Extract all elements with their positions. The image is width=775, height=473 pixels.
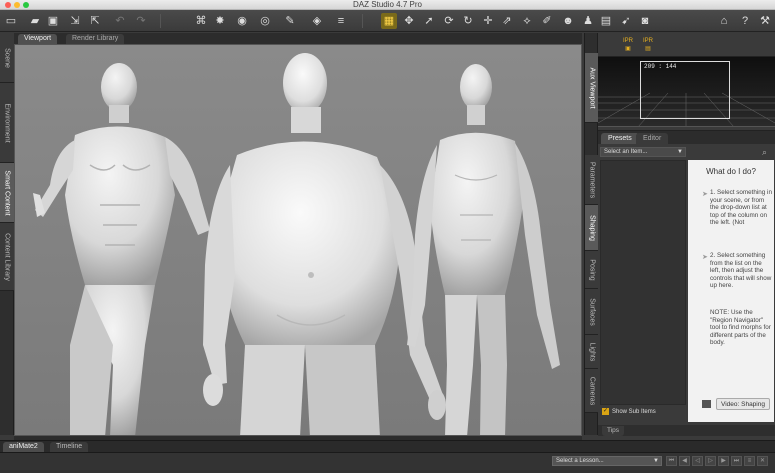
new-scene-icon[interactable]: ▭ — [3, 13, 19, 29]
show-sub-items-checkbox[interactable]: ✓ Show Sub Items — [602, 408, 656, 415]
undo-icon[interactable]: ↶ — [112, 13, 128, 29]
chevron-down-icon: ▼ — [677, 149, 683, 155]
home-icon[interactable]: ⌂ — [716, 13, 732, 29]
left-tab-strip: Scene Environment Smart Content Content … — [0, 33, 14, 435]
prev-step-icon[interactable]: ◀ — [679, 456, 690, 466]
merge-icon[interactable]: ⇲ — [67, 13, 83, 29]
help-note: NOTE: Use the "Region Navigator" tool to… — [710, 309, 771, 347]
viewport-scene — [15, 45, 581, 435]
rotate-tool-icon[interactable]: ⟳ — [441, 13, 457, 29]
aux-camera-frame: 209 : 144 — [640, 61, 730, 119]
universal-tool-icon[interactable]: ✥ — [401, 13, 417, 29]
chevron-down-icon: ▼ — [653, 458, 659, 464]
light-icon[interactable]: ✸ — [212, 13, 228, 29]
camera-cube-icon[interactable]: ⌘ — [193, 13, 209, 29]
point-light-icon[interactable]: ◎ — [257, 13, 273, 29]
status-bar: Select a Lesson... ▼ ⏮ ◀ ◁ ▷ ▶ ⏭ ≡ ✕ — [0, 452, 775, 473]
toolbar-separator — [160, 14, 161, 28]
help-step-2: 2. Select something from the list on the… — [710, 252, 772, 290]
window-title: DAZ Studio 4.7 Pro — [353, 0, 422, 9]
tab-animate2[interactable]: aniMate2 — [3, 442, 44, 452]
node-weight-icon[interactable]: ♟ — [580, 13, 596, 29]
ipr-options-button[interactable]: IPR ▤ — [640, 37, 656, 53]
primitive-icon[interactable]: ◈ — [309, 13, 325, 29]
tab-timeline[interactable]: Timeline — [50, 442, 89, 452]
node-select-tool-icon[interactable]: ▦ — [381, 13, 397, 29]
spotrender-icon[interactable]: ➹ — [618, 13, 634, 29]
main-toolbar: ▭ ▰ ▣ ⇲ ⇱ ↶ ↷ ⌘ ✸ ◉ ◎ ✎ ◈ ≡ ▦ ✥ ➚ ⟳ ↻ ✛ … — [0, 10, 775, 32]
3d-viewport[interactable] — [14, 44, 582, 436]
window-title-bar: DAZ Studio 4.7 Pro — [0, 0, 775, 10]
aux-viewport-header: IPR ▣ IPR ▤ — [598, 33, 775, 57]
arrow-icon: ➤ — [702, 254, 708, 261]
lesson-select[interactable]: Select a Lesson... ▼ — [552, 456, 662, 466]
next-step-icon[interactable]: ▶ — [718, 456, 729, 466]
lesson-menu-icon[interactable]: ≡ — [744, 456, 755, 466]
primitive-stack-icon[interactable]: ≡ — [333, 13, 349, 29]
figure-tool-icon[interactable]: ☻ — [560, 13, 576, 29]
last-step-icon[interactable]: ⏭ — [731, 456, 742, 466]
item-select-dropdown[interactable]: Select an Item... ▼ — [600, 147, 686, 157]
spot-light-icon[interactable]: ◉ — [234, 13, 250, 29]
help-step-1: 1. Select something in your scene, or fr… — [710, 189, 772, 227]
tab-environment[interactable]: Environment — [0, 83, 14, 163]
tab-scene[interactable]: Scene — [0, 33, 14, 83]
checkmark-icon: ✓ — [602, 408, 609, 415]
surface-tool-icon[interactable]: ✐ — [539, 13, 555, 29]
bottom-tab-bar: aniMate2 Timeline — [0, 440, 775, 452]
tab-content-library[interactable]: Content Library — [0, 223, 14, 291]
shaping-panel: Select an Item... ▼ ⌕ ✓ Show Sub Items Wh… — [598, 144, 775, 425]
item-list[interactable] — [600, 160, 686, 405]
tab-tips[interactable]: Tips — [602, 426, 625, 436]
help-title: What do I do? — [706, 167, 756, 176]
tab-render-library[interactable]: Render Library — [66, 34, 125, 44]
tab-cameras[interactable]: Cameras — [585, 369, 599, 413]
panel-tab-bar: Presets Editor — [598, 130, 775, 145]
help-icon[interactable]: ? — [737, 13, 753, 29]
open-icon[interactable]: ▰ — [27, 13, 43, 29]
tab-parameters[interactable]: Parameters — [585, 155, 599, 205]
aux-viewport[interactable]: 209 : 144 — [598, 57, 775, 127]
toolbar-separator — [362, 14, 363, 28]
joint-tool-icon[interactable]: ⟡ — [519, 13, 535, 29]
ipr-button[interactable]: IPR ▣ — [620, 37, 636, 53]
aux-dimensions: 209 : 144 — [644, 63, 677, 70]
search-icon[interactable]: ⌕ — [762, 147, 767, 158]
save-icon[interactable]: ▣ — [45, 13, 61, 29]
lesson-close-icon[interactable]: ✕ — [757, 456, 768, 466]
video-icon — [702, 400, 711, 408]
step-forward-icon[interactable]: ▷ — [705, 456, 716, 466]
paint-icon[interactable]: ✎ — [282, 13, 298, 29]
viewport-tab-bar: Viewport Render Library — [14, 33, 582, 44]
tab-posing[interactable]: Posing — [585, 251, 599, 289]
tools-icon[interactable]: ⚒ — [757, 13, 773, 29]
scale-tool-icon[interactable]: ⇗ — [499, 13, 515, 29]
tab-surfaces[interactable]: Surfaces — [585, 289, 599, 335]
redo-icon[interactable]: ↷ — [133, 13, 149, 29]
translate-tool-icon[interactable]: ✛ — [480, 13, 496, 29]
help-pane: What do I do? ➤ 1. Select something in y… — [688, 160, 774, 422]
render-icon[interactable]: ◙ — [637, 13, 653, 29]
tab-lights[interactable]: Lights — [585, 335, 599, 369]
tab-smart-content[interactable]: Smart Content — [0, 163, 14, 223]
right-tab-strip: Aux Viewport Parameters Shaping Posing S… — [584, 33, 599, 435]
step-back-icon[interactable]: ◁ — [692, 456, 703, 466]
tab-viewport[interactable]: Viewport — [18, 34, 58, 44]
tab-aux-viewport[interactable]: Aux Viewport — [585, 53, 599, 123]
orbit-tool-icon[interactable]: ↻ — [460, 13, 476, 29]
tips-tab-bar: Tips — [598, 425, 775, 436]
first-step-icon[interactable]: ⏮ — [666, 456, 677, 466]
video-shaping-button[interactable]: Video: Shaping — [716, 398, 770, 410]
arrow-icon: ➤ — [702, 191, 708, 198]
geometry-edit-icon[interactable]: ▤ — [598, 13, 614, 29]
tab-shaping[interactable]: Shaping — [585, 205, 599, 251]
select-tool-icon[interactable]: ➚ — [421, 13, 437, 29]
export-icon[interactable]: ⇱ — [87, 13, 103, 29]
